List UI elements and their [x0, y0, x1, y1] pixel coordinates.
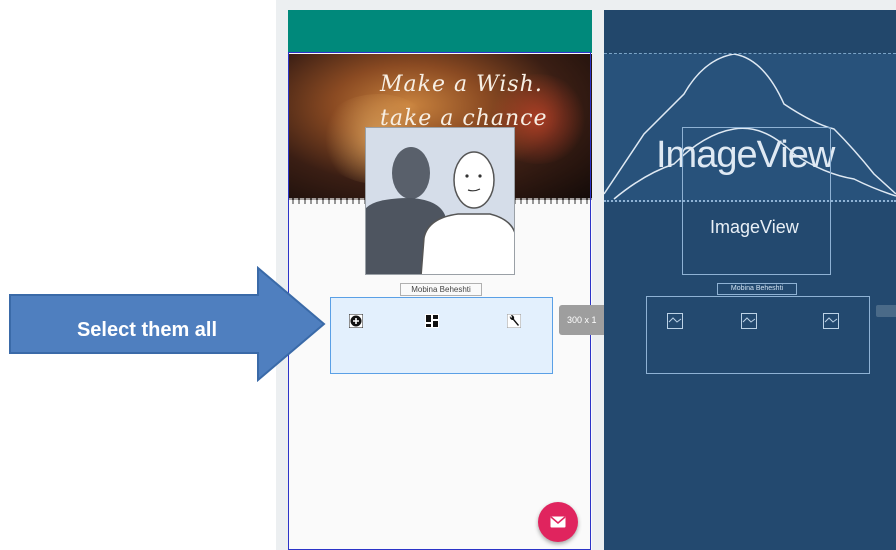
blueprint-profile-imageview[interactable]: ImageView — [682, 127, 831, 275]
image-placeholder-icon[interactable] — [667, 313, 683, 329]
blueprint-size-tooltip — [876, 305, 896, 317]
blueprint-toolbar — [604, 10, 896, 54]
blueprint-inner-label: ImageView — [710, 217, 799, 237]
size-tooltip: 300 x 1 — [559, 305, 604, 335]
arrow-label: Select them all — [76, 318, 218, 341]
app-toolbar[interactable] — [288, 10, 592, 53]
mail-icon — [550, 516, 566, 528]
blueprint-button-group[interactable] — [646, 296, 870, 374]
dashboard-icon[interactable] — [425, 314, 439, 328]
name-label[interactable]: Mobina Beheshti — [400, 283, 482, 296]
blueprint-name-label[interactable]: Mobina Beheshti — [717, 283, 797, 295]
image-placeholder-icon[interactable] — [823, 313, 839, 329]
profile-image[interactable] — [365, 127, 515, 275]
wrench-icon[interactable] — [506, 313, 522, 329]
fab-mail-button[interactable] — [538, 502, 578, 542]
blueprint-view[interactable]: ImageView — [604, 10, 896, 550]
image-placeholder-icon[interactable] — [741, 313, 757, 329]
add-circle-icon[interactable] — [348, 313, 364, 329]
avatar-placeholder-icon — [366, 128, 514, 274]
button-group-selection[interactable] — [330, 297, 553, 374]
